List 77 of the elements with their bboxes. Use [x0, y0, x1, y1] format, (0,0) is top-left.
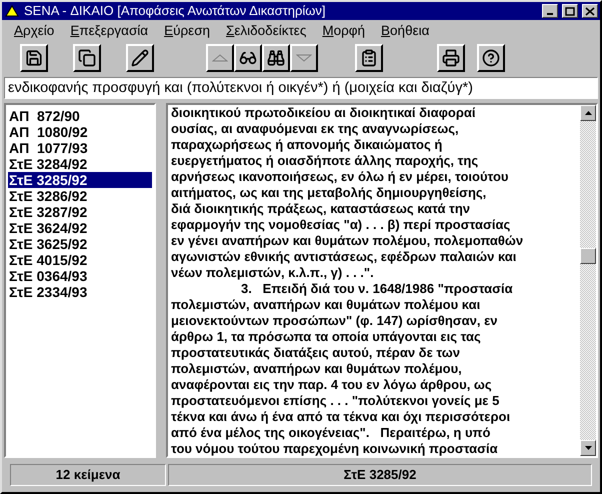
minimize-icon — [547, 13, 553, 15]
list-item[interactable]: ΣτΕ 4015/92 — [8, 252, 152, 268]
list-item[interactable]: ΑΠ 1077/93 — [8, 140, 152, 156]
text-line: από ένα μέλος της οικογένειας". Περαιτέρω, η υπό — [171, 425, 492, 441]
printer-icon — [442, 49, 460, 67]
app-logo-icon — [4, 4, 20, 18]
scroll-up-button[interactable] — [580, 105, 596, 121]
save-icon — [25, 49, 43, 67]
menu-item[interactable]: Βοήθεια — [373, 20, 438, 42]
down-triangle-icon — [296, 54, 312, 62]
toolbar-button[interactable] — [20, 44, 48, 72]
toolbar-button[interactable] — [73, 44, 101, 72]
help-icon — [482, 49, 500, 67]
list-item[interactable]: ΣτΕ 0364/93 — [8, 268, 152, 284]
list-item[interactable]: ΣτΕ 2334/93 — [8, 284, 152, 300]
list-item[interactable]: ΣτΕ 3286/92 — [8, 188, 152, 204]
menu-item[interactable]: Εύρεση — [156, 20, 218, 42]
vertical-scrollbar[interactable] — [580, 105, 596, 456]
toolbar-button[interactable] — [355, 44, 383, 72]
text-line: μειονεκτούντων προσώπων" (φ. 147) ωρίσθησαν, εν — [171, 313, 499, 329]
list-item[interactable]: ΣτΕ 3284/92 — [8, 156, 152, 172]
minimize-button[interactable] — [542, 4, 558, 18]
close-icon — [585, 6, 595, 16]
text-line: αγωνιστών εθνικής αντιστάσεως, εφέδρων παλαιών και — [171, 249, 518, 265]
text-line: αιτήματος, ως και της μεταβολής δημιουργηθείσης, — [171, 185, 488, 201]
scroll-thumb[interactable] — [580, 248, 596, 264]
list-item[interactable]: ΑΠ 1080/92 — [8, 124, 152, 140]
text-line: πολεμιστών, αναπήρων και θυμάτων πολέμου, — [171, 361, 463, 377]
up-triangle-icon — [212, 54, 228, 62]
toolbar-button[interactable] — [477, 44, 505, 72]
toolbar-button[interactable] — [234, 44, 262, 72]
text-line: αρνήσεως ικανοποιήσεως, εν όλω ή εν μέρει, τοιούτου — [171, 169, 510, 185]
copy-icon — [78, 49, 96, 67]
menu-item[interactable]: Σελιδοδείκτες — [218, 20, 314, 42]
menu-item[interactable]: Επεξεργασία — [62, 20, 156, 42]
text-line: του νόμου τούτου παρεχομένη κοινωνική προστασία — [171, 441, 499, 457]
text-line: αναφέρονται εις την παρ. 4 του εν λόγω άρθρου, ως — [171, 377, 493, 393]
menu-item[interactable]: Μορφή — [314, 20, 374, 42]
text-line: νέων πολεμιστών, κ.λ.π., γ) . . .". — [171, 265, 375, 281]
list-item[interactable]: ΣτΕ 3625/92 — [8, 236, 152, 252]
text-line: εφαρμογήν της νομοθεσίας "α) . . . β) περί προστασίας — [171, 217, 512, 233]
list-item[interactable]: ΣτΕ 3285/92 — [8, 172, 152, 188]
toolbar-button[interactable] — [126, 44, 154, 72]
scroll-down-button[interactable] — [580, 440, 596, 456]
list-item[interactable]: ΣτΕ 3287/92 — [8, 204, 152, 220]
text-line: εν γένει αναπήρων και θυμάτων πολέμου, πολεμοπαθών — [171, 233, 524, 249]
text-line: διά διοικητικής πράξεως, καταστάσεως κατά την — [171, 201, 472, 217]
window-title: SENA - ΔΙΚΑΙΟ [Αποφάσεις Ανωτάτων Δικαστηρίων] — [24, 2, 327, 20]
text-line: άρθρω 1, τα πρόσωπα τα οποία υπάγονται εις τας — [171, 329, 482, 345]
toolbar-button[interactable] — [262, 44, 290, 72]
text-line: πολεμιστών, αναπήρων και θυμάτων πολέμου και — [171, 297, 482, 313]
binoculars-icon — [267, 49, 285, 67]
text-line: προστατευόμενοι επίσης . . . "πολύτεκνοι γονείς με 5 — [171, 393, 500, 409]
clipboard-icon — [360, 49, 378, 67]
pencil-icon — [131, 49, 149, 67]
list-item[interactable]: ΑΠ 872/90 — [8, 108, 152, 124]
text-line: ουσίας, αι αναφυόμεναι εκ της αναγνωρίσεως, — [171, 121, 460, 137]
status-current-document: ΣτΕ 3285/92 — [168, 464, 592, 486]
text-line: τέκνα και άνω ή ένα από τα τέκνα και όχι περισσότεροι — [171, 409, 512, 425]
menu-item[interactable]: Αρχείο — [6, 20, 62, 42]
text-line: παραχωρήσεως ή απονομής δικαιώματος ή — [171, 137, 444, 153]
maximize-icon — [565, 6, 575, 16]
down-arrow-icon — [584, 446, 592, 450]
maximize-button[interactable] — [562, 4, 578, 18]
toolbar-button[interactable] — [437, 44, 465, 72]
text-line: προστατευτικάς διατάξεις αυτού, πέραν δε των — [171, 345, 461, 361]
status-count: 12 κείμενα — [10, 464, 166, 486]
text-line: 3. Επειδή διά του ν. 1648/1986 "προστασία — [240, 281, 514, 297]
toolbar-button[interactable] — [206, 44, 234, 72]
toolbar-button[interactable] — [290, 44, 318, 72]
query-field[interactable]: ενδικοφανής προσφυγή και (πολύτεκνοι ή οικγέν*) ή (μοιχεία και διαζύγ*) — [4, 77, 598, 99]
list-item[interactable]: ΣτΕ 3624/92 — [8, 220, 152, 236]
text-line: διοικητικού πρωτοδικείου αι διοικητικαί διαφοραί — [171, 105, 477, 121]
close-button[interactable] — [582, 4, 598, 18]
glasses-icon — [239, 49, 257, 67]
up-arrow-icon — [584, 111, 592, 115]
text-line: ευεργετήματος ή οιασδήποτε άλλης παροχής, της — [171, 153, 480, 169]
